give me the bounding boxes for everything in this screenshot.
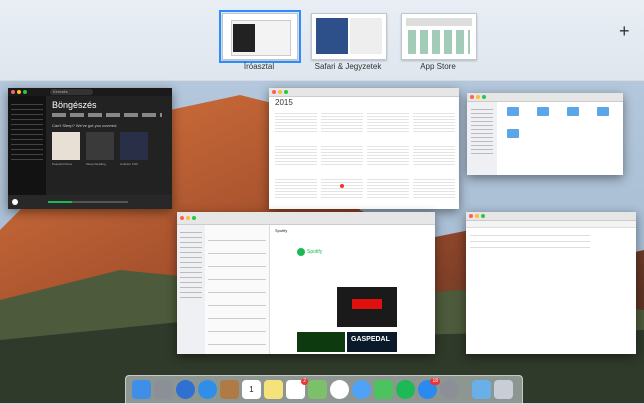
calendar-year: 2015 <box>275 98 293 107</box>
spotify-tile-3-label: Ambient Chill <box>120 162 138 166</box>
mail-image-2 <box>297 332 345 352</box>
trash-icon[interactable] <box>494 380 513 399</box>
space-label-app-store: App Store <box>420 62 456 71</box>
photos-icon[interactable] <box>330 380 349 399</box>
spotify-subheading: Can't Sleep? We've got you covered. <box>52 123 118 128</box>
space-thumbnail-desktop[interactable] <box>219 10 301 63</box>
spotify-logo-icon <box>297 248 305 256</box>
dock: 1 2 18 <box>125 375 523 404</box>
launchpad-icon[interactable] <box>154 380 173 399</box>
app-store-badge: 18 <box>430 378 440 385</box>
folder-icon[interactable] <box>597 107 609 116</box>
spotify-heading: Böngészés <box>52 100 97 110</box>
contacts-icon[interactable] <box>220 380 239 399</box>
safari-icon[interactable] <box>198 380 217 399</box>
system-preferences-icon[interactable] <box>440 380 459 399</box>
reminders-icon[interactable]: 2 <box>286 378 308 399</box>
mail-message-list <box>205 225 270 354</box>
add-space-button[interactable]: + <box>619 22 630 40</box>
finder-window[interactable] <box>467 93 623 175</box>
play-icon[interactable] <box>12 199 18 205</box>
document-window[interactable] <box>466 212 636 354</box>
document-titlebar <box>466 212 636 221</box>
spotify-window[interactable]: Keresés Böngészés Can't Sleep? We've got… <box>8 88 172 209</box>
finder-titlebar <box>467 93 623 102</box>
spotify-icon[interactable] <box>396 380 415 399</box>
spotify-tile-2[interactable] <box>86 132 114 160</box>
notes-icon[interactable] <box>264 380 283 399</box>
app-store-icon[interactable]: 18 <box>418 378 440 399</box>
mail-window[interactable]: Spotify Spotify GASPEDAL <box>177 212 435 354</box>
spotify-playback-bar <box>8 195 172 209</box>
messages-icon[interactable] <box>352 380 371 399</box>
mail-image-graphic <box>352 299 382 309</box>
space-thumbnail-app-store[interactable] <box>401 13 477 60</box>
rocket-icon[interactable] <box>176 380 195 399</box>
folder-icon[interactable] <box>507 129 519 138</box>
downloads-folder-icon[interactable] <box>472 380 491 399</box>
spotify-sidebar <box>8 96 46 209</box>
spotify-tile-1-label: Peaceful Piano <box>52 162 73 166</box>
spaces-bar: Íróasztal Safari & Jegyzetek App Store + <box>0 0 644 81</box>
mail-sender: Spotify <box>275 228 288 233</box>
folder-icon[interactable] <box>507 107 519 116</box>
facetime-icon[interactable] <box>374 380 393 399</box>
mail-toolbar <box>177 212 435 225</box>
mail-brand: Spotify <box>307 249 323 255</box>
spotify-search-input[interactable]: Keresés <box>50 89 93 95</box>
today-marker <box>340 184 344 188</box>
calendar-icon[interactable]: 1 <box>242 380 261 399</box>
space-thumbnail-safari-notes[interactable] <box>311 13 387 60</box>
calendar-titlebar <box>269 88 459 97</box>
finder-sidebar <box>467 102 497 175</box>
spotify-main: Böngészés Can't Sleep? We've got you cov… <box>46 96 172 195</box>
folder-icon[interactable] <box>537 107 549 116</box>
spotify-titlebar: Keresés <box>8 88 172 96</box>
spotify-tile-2-label: Sleep Reading <box>86 162 106 166</box>
spotify-tile-3[interactable] <box>120 132 148 160</box>
folder-icon[interactable] <box>567 107 579 116</box>
calendar-window[interactable]: 2015 <box>269 88 459 209</box>
reminders-badge: 2 <box>301 378 308 385</box>
mail-mailboxes <box>177 225 205 354</box>
maps-icon[interactable] <box>308 380 327 399</box>
mail-image-caption: GASPEDAL <box>351 336 390 343</box>
spotify-tile-1[interactable] <box>52 132 80 160</box>
finder-icon[interactable] <box>132 380 151 399</box>
